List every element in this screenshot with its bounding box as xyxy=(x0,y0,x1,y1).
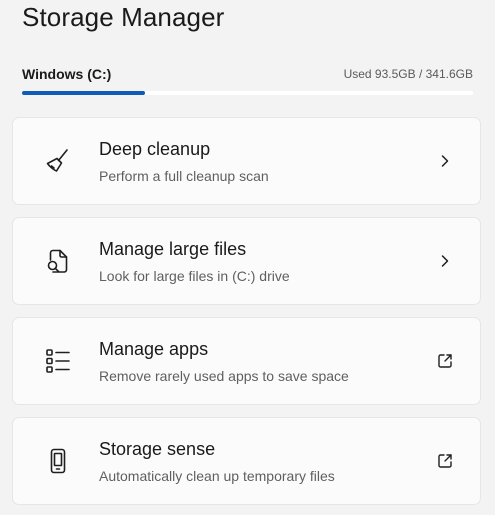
drive-header: Windows (C:) Used 93.5GB / 341.6GB xyxy=(22,66,473,86)
page-title: Storage Manager xyxy=(22,2,225,32)
card-title: Storage sense xyxy=(99,439,216,459)
storage-sense-card[interactable]: Storage sense Automatically clean up tem… xyxy=(12,417,481,505)
chevron-right-icon xyxy=(436,152,454,170)
open-external-icon xyxy=(436,352,454,370)
card-title: Manage large files xyxy=(99,239,247,259)
app-list-icon xyxy=(43,346,73,376)
drive-name: Windows (C:) xyxy=(22,66,112,82)
storage-usage-bar xyxy=(22,91,473,95)
drive-usage-text: Used 93.5GB / 341.6GB xyxy=(343,67,473,81)
card-title: Deep cleanup xyxy=(99,139,211,159)
deep-cleanup-card[interactable]: Deep cleanup Perform a full cleanup scan xyxy=(12,117,481,205)
chevron-right-icon xyxy=(436,252,454,270)
broom-icon xyxy=(43,146,73,176)
file-search-icon xyxy=(43,246,73,276)
card-subtitle: Automatically clean up temporary files xyxy=(99,468,335,484)
card-subtitle: Remove rarely used apps to save space xyxy=(99,368,349,384)
manage-apps-card[interactable]: Manage apps Remove rarely used apps to s… xyxy=(12,317,481,405)
card-title: Manage apps xyxy=(99,339,209,359)
storage-usage-fill xyxy=(22,91,146,95)
phone-device-icon xyxy=(43,446,73,476)
card-subtitle: Look for large files in (C:) drive xyxy=(99,268,290,284)
card-subtitle: Perform a full cleanup scan xyxy=(99,168,269,184)
open-external-icon xyxy=(436,452,454,470)
manage-large-files-card[interactable]: Manage large files Look for large files … xyxy=(12,217,481,305)
